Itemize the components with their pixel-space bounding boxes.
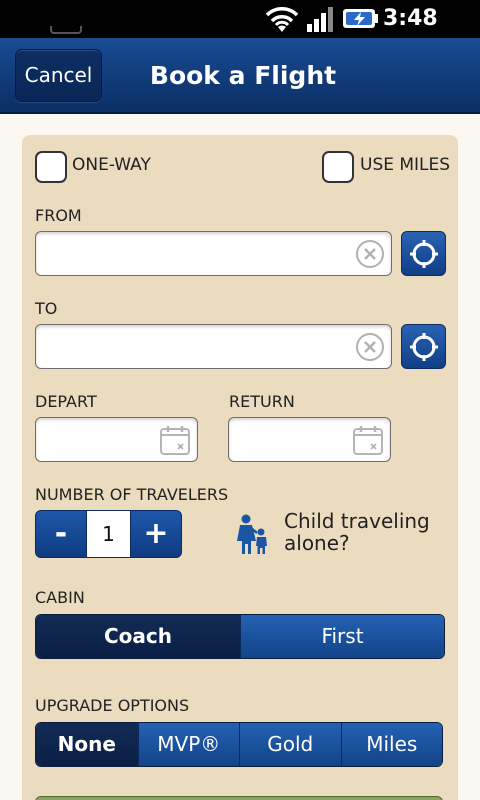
depart-label: DEPART [35,392,97,411]
wifi-icon [265,7,299,32]
use-miles-checkbox[interactable] [322,151,354,183]
locate-icon [410,240,438,268]
upgrade-selector: None MVP® Gold Miles [35,722,443,767]
notification-icon [50,26,82,34]
from-input[interactable] [35,231,392,276]
calendar-icon[interactable] [352,424,384,456]
return-label: RETURN [229,392,295,411]
locate-icon [410,333,438,361]
upgrade-option-gold[interactable]: Gold [239,723,341,766]
status-bar: 3:48 PM [0,0,480,61]
clear-icon[interactable] [355,332,385,362]
return-date-input[interactable] [228,417,391,462]
battery-icon [343,9,378,28]
one-way-checkbox[interactable] [35,151,67,183]
from-label: FROM [35,206,82,225]
depart-date-input[interactable] [35,417,198,462]
from-locate-button[interactable] [401,231,446,276]
upgrade-option-none[interactable]: None [36,723,138,766]
increment-button[interactable]: + [130,510,182,558]
cabin-option-coach[interactable]: Coach [36,615,240,658]
page-title: Book a Flight [149,61,337,90]
child-traveling-alone-link[interactable]: Child traveling alone? [284,510,454,554]
title-bar: Cancel Book a Flight [0,38,480,114]
clear-icon[interactable] [355,239,385,269]
one-way-label: ONE-WAY [72,155,151,175]
upgrade-options-label: UPGRADE OPTIONS [35,696,190,715]
decrement-button[interactable]: - [35,510,87,558]
calendar-icon[interactable] [159,424,191,456]
child-icon[interactable] [236,514,272,554]
search-button-edge[interactable] [35,796,443,800]
cabin-option-first[interactable]: First [240,615,444,658]
travelers-label: NUMBER OF TRAVELERS [35,485,229,504]
use-miles-label: USE MILES [360,155,451,175]
upgrade-option-mvp[interactable]: MVP® [137,723,239,766]
travelers-count[interactable]: 1 [87,510,130,558]
cabin-label: CABIN [35,588,85,607]
child-text-line2: alone? [284,531,350,555]
signal-icon [307,7,333,32]
to-label: TO [35,299,58,318]
to-input[interactable] [35,324,392,369]
cancel-button[interactable]: Cancel [15,49,102,102]
child-text-line1: Child traveling [284,509,430,533]
upgrade-option-miles[interactable]: Miles [340,723,442,766]
travelers-stepper: - 1 + [35,510,182,558]
to-locate-button[interactable] [401,324,446,369]
cabin-selector: Coach First [35,614,445,659]
